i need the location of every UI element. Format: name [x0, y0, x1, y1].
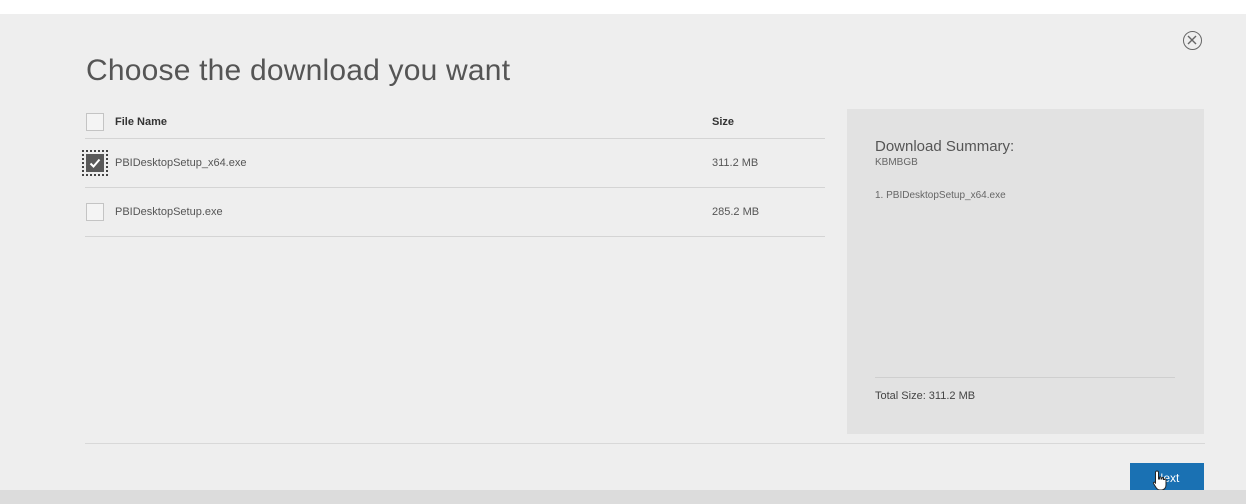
column-header-size: Size	[712, 116, 735, 128]
table-row[interactable]: PBIDesktopSetup.exe 285.2 MB	[85, 188, 825, 237]
checkmark-icon	[89, 158, 101, 168]
file-table: File Name Size PBIDesktopSetup_x64.exe 3…	[82, 108, 825, 237]
summary-divider	[875, 377, 1175, 378]
summary-total-size: Total Size: 311.2 MB	[875, 390, 976, 402]
bottom-strip	[0, 490, 1246, 504]
file-name: PBIDesktopSetup.exe	[115, 206, 223, 218]
file-name: PBIDesktopSetup_x64.exe	[115, 157, 247, 169]
column-header-file-name: File Name	[115, 116, 167, 128]
summary-title: Download Summary:	[875, 138, 1015, 155]
page-title: Choose the download you want	[86, 54, 511, 87]
close-icon[interactable]	[1183, 31, 1202, 50]
table-row[interactable]: PBIDesktopSetup_x64.exe 311.2 MB	[82, 139, 825, 188]
summary-item: 1. PBIDesktopSetup_x64.exe	[875, 190, 1006, 201]
table-header-row: File Name Size	[85, 108, 825, 139]
hand-cursor-icon	[1152, 470, 1167, 491]
file-size: 285.2 MB	[712, 206, 760, 218]
summary-subtitle: KBMBGB	[875, 157, 918, 168]
download-dialog: Choose the download you want File Name S…	[0, 14, 1246, 494]
select-all-checkbox[interactable]	[86, 113, 104, 131]
row-checkbox[interactable]	[86, 203, 104, 221]
row-checkbox-checked[interactable]	[82, 150, 108, 176]
top-strip	[0, 0, 1246, 14]
download-summary-panel: Download Summary: KBMBGB 1. PBIDesktopSe…	[847, 109, 1204, 434]
footer-divider	[85, 443, 1205, 444]
file-size: 311.2 MB	[712, 157, 759, 169]
